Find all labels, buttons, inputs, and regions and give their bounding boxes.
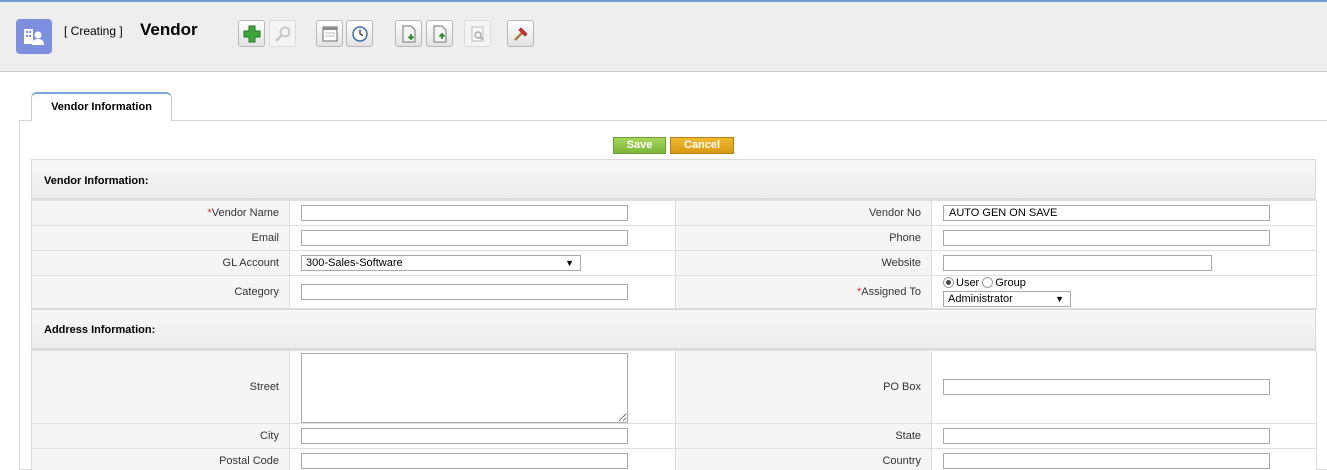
create-icon[interactable] bbox=[238, 20, 265, 47]
assigned-to-select[interactable]: Administrator ▼ bbox=[943, 291, 1071, 307]
settings-icon[interactable] bbox=[507, 20, 534, 47]
calendar-icon[interactable] bbox=[316, 20, 343, 47]
category-input[interactable] bbox=[301, 284, 628, 300]
email-input[interactable] bbox=[301, 230, 628, 246]
creating-mode-label: [ Creating ] bbox=[64, 24, 123, 38]
header-bar: [ Creating ] Vendor bbox=[0, 0, 1327, 72]
po-box-label: PO Box bbox=[675, 350, 932, 424]
user-radio[interactable] bbox=[943, 277, 954, 288]
vendor-no-label: Vendor No bbox=[675, 200, 932, 226]
dropdown-arrow-icon: ▼ bbox=[1055, 294, 1064, 304]
tab-vendor-information[interactable]: Vendor Information bbox=[31, 92, 172, 121]
street-label: Street bbox=[31, 350, 290, 424]
city-label: City bbox=[31, 423, 290, 449]
vendor-information-section-header: Vendor Information: bbox=[31, 159, 1316, 201]
page-title: Vendor bbox=[140, 20, 198, 39]
find-duplicates-icon[interactable] bbox=[464, 20, 491, 47]
clock-icon[interactable] bbox=[346, 20, 373, 47]
section-title: Vendor Information: bbox=[44, 175, 149, 187]
address-information-table: Street PO Box City State Postal Code Cou… bbox=[31, 350, 1317, 470]
vendor-name-input[interactable] bbox=[301, 205, 628, 221]
city-input[interactable] bbox=[301, 428, 628, 444]
dropdown-arrow-icon: ▼ bbox=[565, 258, 574, 268]
postal-code-label: Postal Code bbox=[31, 448, 290, 470]
export-icon[interactable] bbox=[426, 20, 453, 47]
state-input[interactable] bbox=[943, 428, 1270, 444]
vendor-module-icon[interactable] bbox=[16, 19, 52, 54]
website-label: Website bbox=[675, 250, 932, 276]
country-input[interactable] bbox=[943, 453, 1270, 469]
import-icon[interactable] bbox=[395, 20, 422, 47]
group-radio-label: Group bbox=[995, 277, 1026, 289]
website-input[interactable] bbox=[943, 255, 1212, 271]
phone-input[interactable] bbox=[943, 230, 1270, 246]
gl-account-select[interactable]: 300-Sales-Software ▼ bbox=[301, 255, 581, 271]
save-button[interactable]: Save bbox=[613, 137, 666, 154]
cancel-button[interactable]: Cancel bbox=[670, 137, 734, 154]
user-radio-label: User bbox=[956, 277, 980, 289]
phone-label: Phone bbox=[675, 225, 932, 251]
category-label: Category bbox=[31, 275, 290, 309]
vendor-name-label: *Vendor Name bbox=[31, 200, 290, 226]
address-information-section-header: Address Information: bbox=[31, 309, 1316, 351]
search-icon[interactable] bbox=[269, 20, 296, 47]
state-label: State bbox=[675, 423, 932, 449]
assigned-to-label: *Assigned To bbox=[675, 275, 932, 309]
street-textarea[interactable] bbox=[301, 353, 628, 423]
country-label: Country bbox=[675, 448, 932, 470]
section-title: Address Information: bbox=[44, 324, 156, 336]
po-box-input[interactable] bbox=[943, 379, 1270, 395]
vendor-information-table: *Vendor Name Vendor No Email Phone GL Ac… bbox=[31, 200, 1317, 309]
email-label: Email bbox=[31, 225, 290, 251]
group-radio[interactable] bbox=[982, 277, 994, 288]
postal-code-input[interactable] bbox=[301, 453, 628, 469]
vendor-no-input[interactable] bbox=[943, 205, 1270, 221]
gl-account-label: GL Account bbox=[31, 250, 290, 276]
